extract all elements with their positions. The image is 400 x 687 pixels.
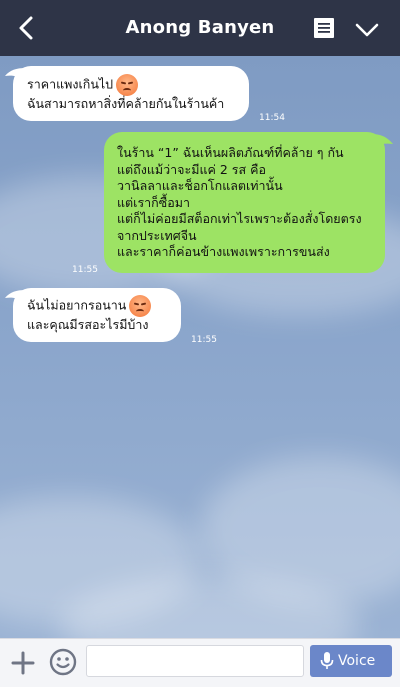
sad-face-emoji-icon xyxy=(129,295,152,317)
message-text-line: แต่เราก็ซื้อมา xyxy=(117,194,190,210)
sad-face-emoji-icon xyxy=(116,74,139,96)
message-text-line: จากประเทศจีน xyxy=(117,227,197,243)
message-bubble-outgoing[interactable]: ในร้าน “1” ฉันเห็นผลิตภัณฑ์ที่คล้าย ๆ กั… xyxy=(104,132,385,273)
message-timestamp: 11:55 xyxy=(191,335,217,345)
message-text-line: และคุณมีรสอะไรมีบ้าง xyxy=(27,317,149,332)
message-text-line: ฉันสามารถหาสิ่งที่คล้ายกันในร้านค้า xyxy=(27,96,225,111)
message-text-line: ในร้าน “1” ฉันเห็นผลิตภัณฑ์ที่คล้าย ๆ กั… xyxy=(117,145,344,160)
voice-button-label: Voice xyxy=(338,653,376,669)
chat-title: Anong Banyen xyxy=(125,17,275,38)
message-input[interactable] xyxy=(86,645,304,677)
message-text-line: แต่ถึงแม้ว่าจะมีแค่ 2 รส คือ xyxy=(117,161,266,177)
notes-icon[interactable] xyxy=(313,17,335,39)
smiley-icon[interactable] xyxy=(49,648,77,676)
voice-button[interactable]: Voice xyxy=(310,645,392,677)
message-text-line: และราคาก็ค่อนข้างแพงเพราะการขนส่ง xyxy=(117,244,330,259)
message-text-line: แต่ก็ไม่ค่อยมีสต็อกเท่าไรเพราะต้องสั่งโด… xyxy=(117,211,362,226)
message-timestamp: 11:55 xyxy=(72,265,98,275)
message-bubble-incoming[interactable]: ราคาแพงเกินไป ฉันสามารถหาสิ่งที่คล้ายกัน… xyxy=(13,66,249,121)
bubble-tail xyxy=(370,134,393,148)
message-text-line: วานิลลาและช็อกโกแลตเท่านั้น xyxy=(117,178,283,193)
chevron-down-icon[interactable] xyxy=(355,22,379,38)
plus-icon[interactable] xyxy=(11,651,35,675)
microphone-icon xyxy=(320,652,334,669)
message-text-line: ราคาแพงเกินไป xyxy=(27,74,224,96)
message-timestamp: 11:54 xyxy=(259,113,285,123)
message-text-line: ฉันไม่อยากรอนาน xyxy=(27,295,152,317)
message-bubble-incoming[interactable]: ฉันไม่อยากรอนาน และคุณมีรสอะไรมีบ้าง xyxy=(13,288,181,342)
chat-header: Anong Banyen xyxy=(0,0,400,56)
